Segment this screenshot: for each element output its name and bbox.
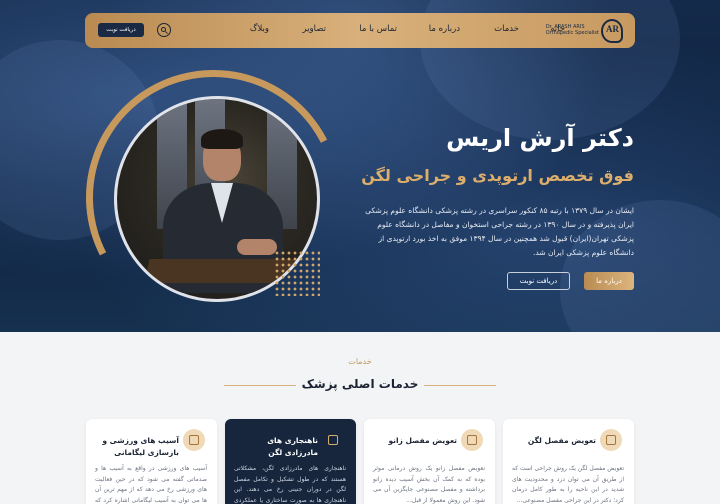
logo-mark-icon: AR (601, 19, 623, 43)
service-description: ناهنجاری های مادرزادی لگن، مشکلاتی هستند… (234, 465, 346, 504)
service-description: تعویض مفصل زانو یک روش درمانی موثر بوده … (373, 465, 485, 504)
about-button[interactable]: درباره ما (584, 272, 634, 290)
nav-link-about[interactable]: درباره ما (429, 24, 460, 34)
service-card[interactable]: تعویض مفصل لگن تعویض مفصل لگن یک روش جرا… (503, 419, 634, 504)
service-icon (183, 429, 205, 451)
navbar: AR Dr. ARASH ARIS Orthopedic Specialist … (85, 13, 635, 48)
service-title: تعویض مفصل زانو (388, 436, 457, 445)
service-icon (322, 429, 344, 451)
service-title: آسیب های ورزشی و بازسازی لیگامانی (102, 436, 179, 457)
decorative-dots (274, 250, 320, 296)
booking-button[interactable]: دریافت نوبت (507, 272, 570, 290)
service-description: آسیب های ورزشی در واقع به آسیب ها و صدما… (95, 465, 207, 504)
service-icon (600, 429, 622, 451)
doctor-specialty: فوق تخصص ارتوپدی و جراحی لگن (361, 166, 634, 185)
nav-booking-button[interactable]: دریافت نوبت (98, 23, 144, 37)
nav-link-contact[interactable]: تماس با ما (359, 24, 397, 34)
nav-link-blog[interactable]: وبلاگ (250, 24, 269, 34)
search-icon[interactable] (157, 23, 171, 37)
service-card[interactable]: تعویض مفصل زانو تعویض مفصل زانو یک روش د… (364, 419, 495, 504)
section-label: خدمات (348, 357, 372, 366)
service-card[interactable]: ناهنجاری های مادرزادی لگن ناهنجاری های م… (225, 419, 356, 504)
doctor-bio: ایشان در سال ۱۳۷۹ با رتبه ۸۵ کنکور سراسر… (365, 206, 634, 257)
service-icon (461, 429, 483, 451)
service-title: تعویض مفصل لگن (527, 436, 596, 445)
site-logo[interactable]: AR Dr. ARASH ARIS Orthopedic Specialist (546, 19, 623, 43)
service-card[interactable]: آسیب های ورزشی و بازسازی لیگامانی آسیب ه… (86, 419, 217, 504)
nav-link-services[interactable]: خدمات (494, 24, 519, 34)
section-title: خدمات اصلی پزشک (301, 377, 419, 391)
service-description: تعویض مفصل لگن یک روش جراحی است که از طر… (512, 465, 624, 504)
nav-link-gallery[interactable]: تصاویر (303, 24, 327, 34)
nav-link-home[interactable]: خانه (550, 24, 565, 34)
hero-section: AR Dr. ARASH ARIS Orthopedic Specialist … (0, 0, 720, 332)
doctor-name: دکتر آرش اریس (446, 124, 634, 152)
service-title: ناهنجاری های مادرزادی لگن (267, 436, 318, 457)
